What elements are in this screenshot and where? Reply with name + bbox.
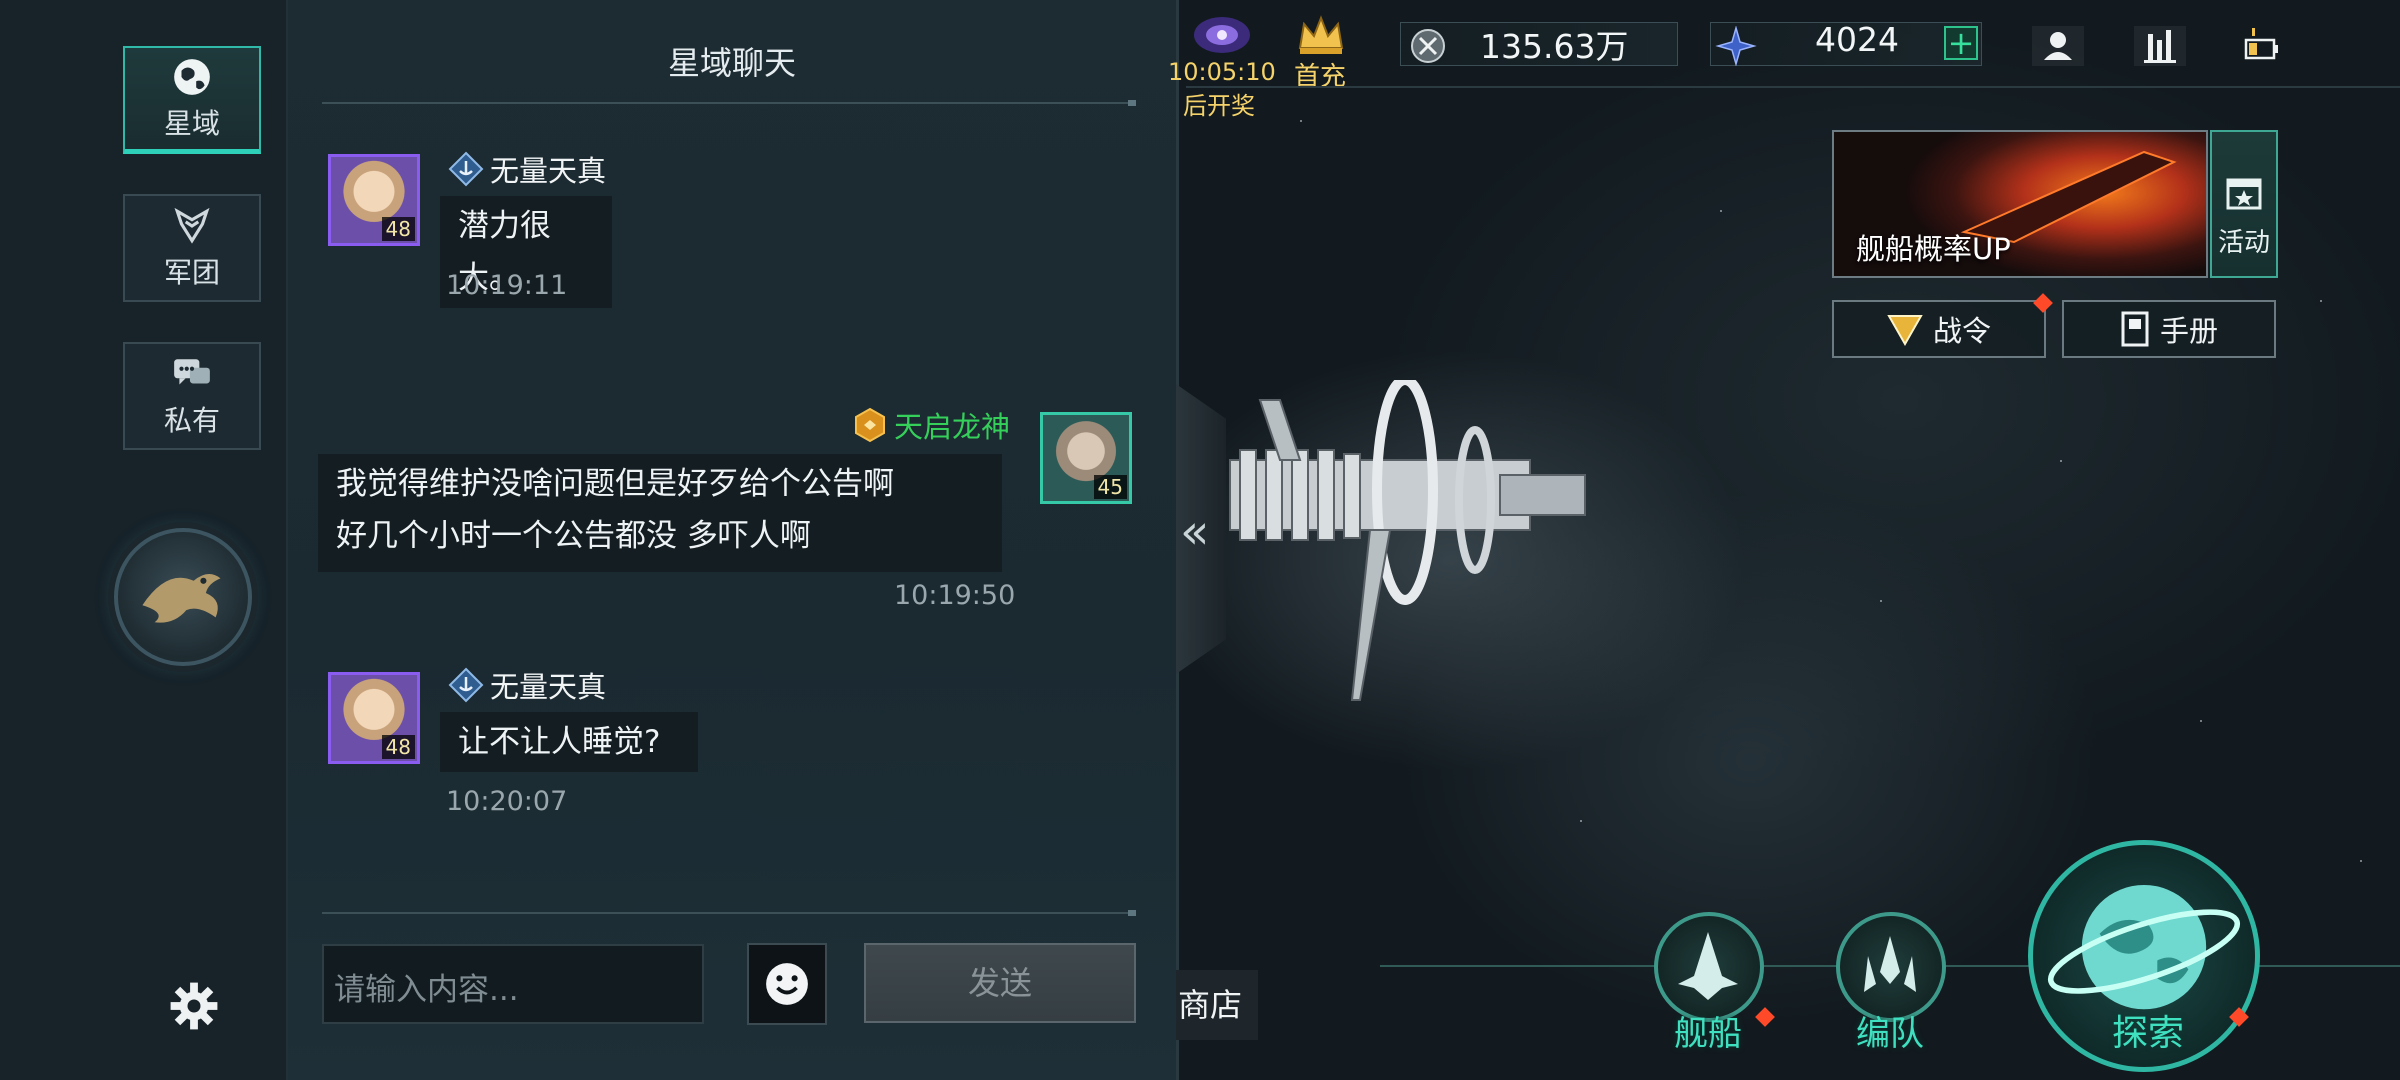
- legion-emblem-icon: [174, 207, 210, 244]
- level-badge: 45: [1093, 475, 1127, 499]
- message-time: 10:19:11: [446, 270, 568, 301]
- anchor-rank-icon: [448, 151, 484, 187]
- banner-label: 舰船概率UP: [1856, 232, 2011, 266]
- avatar[interactable]: 48: [328, 672, 420, 764]
- message-line: 我觉得维护没啥问题但是好歹给个公告啊: [336, 466, 894, 502]
- level-badge: 48: [381, 735, 415, 759]
- ranking-bars-icon[interactable]: [2134, 26, 2186, 66]
- divider: [322, 100, 1136, 106]
- tab-label: 私有: [163, 404, 220, 437]
- fleet-icon: [1864, 936, 1916, 992]
- battery-icon: [2244, 28, 2278, 60]
- sender-name[interactable]: 天启龙神: [852, 404, 1010, 446]
- tab-private[interactable]: 私有: [123, 342, 261, 450]
- tab-label: 星域: [163, 106, 220, 140]
- activity-label: 活动: [2217, 228, 2270, 258]
- level-badge: 48: [381, 217, 415, 241]
- tab-legion[interactable]: 军团: [123, 194, 261, 302]
- tab-star-domain[interactable]: 星域: [123, 46, 261, 154]
- battle-pass-button[interactable]: 战令: [1832, 300, 2046, 358]
- shop-button[interactable]: 商店: [1176, 970, 1258, 1040]
- message-time: 10:20:07: [446, 786, 568, 817]
- avatar[interactable]: 48: [328, 154, 420, 246]
- double-chevron-left-icon: «: [1180, 504, 1210, 560]
- smiley-icon: [766, 963, 808, 1005]
- message-time: 10:19:50: [894, 580, 1016, 611]
- chat-title: 星域聊天: [667, 44, 796, 82]
- ship-icon: [1678, 932, 1738, 1000]
- sidebar-rail: 星域 军团 私有: [0, 0, 288, 1080]
- add-currency-button[interactable]: +: [1944, 26, 1978, 60]
- friends-icon[interactable]: [2032, 26, 2084, 66]
- hud-divider: [1186, 86, 2400, 88]
- anchor-rank-icon: [448, 667, 484, 703]
- send-button[interactable]: 发送: [864, 943, 1136, 1023]
- explore-label: 探索: [2112, 1013, 2185, 1054]
- fleet-label: 编队: [1856, 1014, 1924, 1054]
- book-icon: [2121, 311, 2149, 347]
- emoji-button[interactable]: [747, 943, 827, 1025]
- space-station[interactable]: [1220, 380, 1600, 710]
- collapse-chat-button[interactable]: «: [1176, 384, 1226, 674]
- lottery-widget[interactable]: 10:05:10 后开奖: [1168, 10, 1276, 121]
- lottery-label: 后开奖: [1183, 92, 1255, 120]
- activity-button[interactable]: 活动: [2210, 130, 2278, 278]
- crystal-burst-icon: [1715, 26, 1757, 66]
- phoenix-button[interactable]: [114, 528, 252, 666]
- sender-name[interactable]: 无量天真: [448, 148, 606, 190]
- chat-input[interactable]: 请输入内容...: [322, 944, 704, 1024]
- vortex-icon: [1194, 17, 1250, 53]
- crystals-value: 4024: [1815, 20, 1899, 59]
- divider: [322, 910, 1136, 916]
- ships-label: 舰船: [1674, 1014, 1742, 1054]
- crown-icon: [1298, 15, 1344, 54]
- battle-pass-icon: [1887, 315, 1923, 346]
- chat-bubbles-icon: [174, 359, 210, 385]
- chat-panel: 星域聊天 48 无量天真 潜力很大。 10:19:11 45 天启龙神 我觉得维…: [288, 0, 1176, 1080]
- sender-name[interactable]: 无量天真: [448, 664, 606, 706]
- lottery-timer: 10:05:10: [1168, 58, 1276, 86]
- calendar-star-icon: [2226, 178, 2262, 210]
- avatar[interactable]: 45: [1040, 412, 1132, 504]
- settings-gear-icon[interactable]: [168, 980, 220, 1032]
- event-banner[interactable]: 舰船概率UP: [1832, 130, 2208, 278]
- globe-icon: [174, 58, 210, 95]
- gold-hexagon-badge-icon: [855, 407, 885, 443]
- credits-value: 135.63万: [1480, 27, 1629, 66]
- message-bubble: 让不让人睡觉?: [440, 712, 698, 772]
- message-line: 好几个小时一个公告都没 多吓人啊: [336, 518, 811, 554]
- message-bubble: 我觉得维护没啥问题但是好歹给个公告啊 好几个小时一个公告都没 多吓人啊: [318, 454, 1002, 572]
- handbook-button[interactable]: 手册: [2062, 300, 2276, 358]
- phoenix-icon: [142, 574, 221, 623]
- tab-label: 军团: [163, 256, 220, 289]
- first-recharge-button[interactable]: 首充: [1290, 12, 1350, 93]
- credits-coin-icon: [1411, 29, 1445, 63]
